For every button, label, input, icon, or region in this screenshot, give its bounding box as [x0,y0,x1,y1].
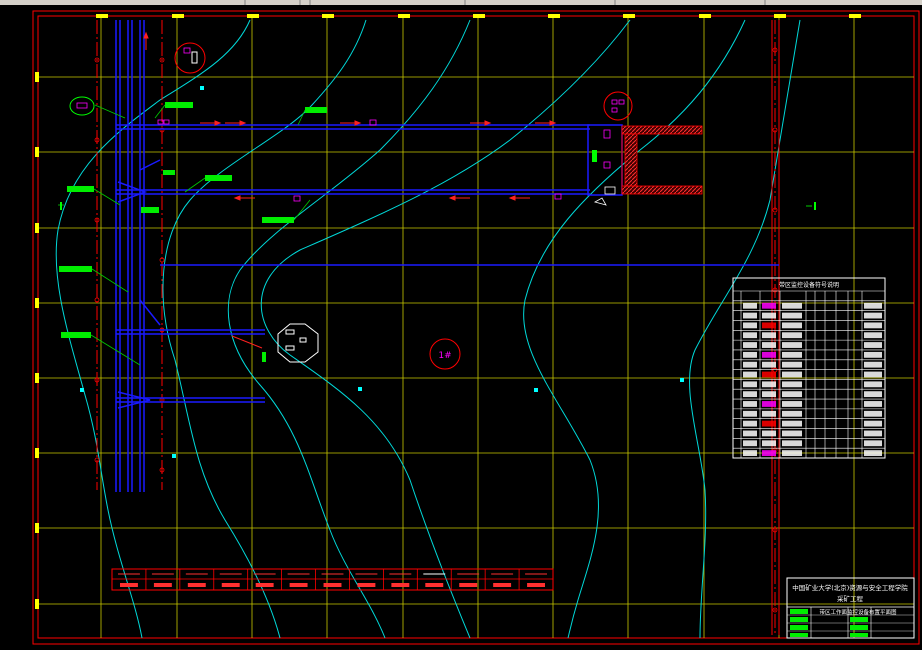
legend-cell-fill [743,332,757,339]
legend-cell-fill [762,351,776,358]
legend-cell-fill [762,450,776,456]
roadways [115,20,779,492]
legend-table: 带区监控设备符号说明 [732,277,886,459]
leader-lines [58,104,311,366]
legend-label-fill [120,583,138,587]
legend-cell-fill [782,312,802,319]
legend-cell-fill [864,371,882,378]
legend-label-fill [221,583,240,587]
legend-cell-fill [743,401,757,407]
legend-cell-fill [864,381,882,388]
legend-cell-fill [743,450,757,456]
legend-label-fill [459,583,478,587]
legend-cell-fill [743,322,757,329]
legend-cell-fill [782,371,802,378]
legend-cell-fill [743,440,757,447]
legend-cell-fill [864,401,882,407]
legend-cell-fill [864,420,882,427]
circle-label-1hash: 1# [438,351,451,361]
legend-cell-fill [762,420,776,427]
legend-cell-fill [743,312,757,319]
legend-cell-fill [762,440,776,447]
legend-label-fill [187,583,206,587]
legend-cell-fill [762,391,776,398]
legend-cell-fill [762,401,776,407]
legend-cell-fill [782,351,802,358]
legend-cell-fill [782,391,802,398]
legend-cell-fill [864,312,882,319]
legend-cell-fill [864,322,882,329]
legend-cell-fill [762,381,776,388]
legend-cell-fill [743,430,757,437]
legend-cell-fill [762,410,776,417]
legend-cell-fill [864,430,882,437]
legend-cell-fill [762,312,776,319]
legend-cell-fill [743,381,757,388]
legend-label-fill [357,583,376,587]
circle-marker-green [69,96,95,116]
legend-cell-fill [864,361,882,368]
legend-cell-fill [743,351,757,358]
side-marks [60,202,816,210]
legend-cell-fill [762,371,776,378]
working-face [587,124,703,206]
legend-cell-fill [743,302,757,309]
legend-label-fill [153,583,172,587]
legend-label-fill [493,583,512,587]
octagon-marker [277,323,319,363]
legend-cell-fill [864,332,882,339]
legend-cell-fill [762,332,776,339]
title-block-org: 中国矿业大学(北京)资源与安全工程学院 [792,583,908,592]
legend-label-fill [425,583,444,587]
legend-cell-fill [782,322,802,329]
bottom-legend [111,568,554,591]
legend-cell-fill [782,430,802,437]
green-labels [59,102,327,362]
title-block: 中国矿业大学(北京)资源与安全工程学院 采矿工程 带区工作面监控设备布置平面图 [786,577,915,639]
legend-label-fill [289,583,308,587]
legend-label-fill [255,583,274,587]
legend-cell-fill [782,450,802,456]
legend-cell-fill [743,342,757,348]
legend-cell-fill [762,322,776,329]
legend-cell-fill [864,342,882,348]
legend-cell-fill [782,440,802,447]
legend-cell-fill [864,302,882,309]
legend-cell-fill [782,342,802,348]
contour-lines [55,19,801,639]
legend-label-fill [391,583,410,587]
circle-marker-2: 1# [429,338,461,370]
title-block-drawing-name: 带区工作面监控设备布置平面图 [819,608,897,616]
legend-cell-fill [762,361,776,368]
legend-cell-fill [762,430,776,437]
legend-cell-fill [782,401,802,407]
legend-label-fill [527,583,545,587]
cad-drawing-canvas[interactable]: 1# 带区监控设备符号说明 中国矿业大学(北京)资源与安全工程学院 采矿工程 带… [0,0,922,650]
legend-cell-fill [864,440,882,447]
legend-table-title: 带区监控设备符号说明 [779,281,839,289]
legend-cell-fill [864,450,882,456]
legend-cell-fill [782,410,802,417]
legend-cell-fill [762,302,776,309]
toolbar-strip [0,0,922,5]
legend-cell-fill [743,361,757,368]
circle-marker-1 [174,42,206,74]
legend-cell-fill [782,381,802,388]
grid-edge-ticks [35,14,861,609]
legend-cell-fill [743,420,757,427]
legend-cell-fill [762,342,776,348]
legend-cell-fill [782,361,802,368]
legend-label-fill [323,583,342,587]
title-block-dept: 采矿工程 [837,594,864,603]
legend-cell-fill [743,410,757,417]
legend-cell-fill [782,332,802,339]
legend-cell-fill [743,391,757,398]
boundary-lines [96,20,780,635]
legend-cell-fill [864,351,882,358]
legend-cell-fill [864,391,882,398]
legend-cell-fill [743,371,757,378]
legend-cell-fill [782,302,802,309]
legend-cell-fill [864,410,882,417]
legend-cell-fill [782,420,802,427]
